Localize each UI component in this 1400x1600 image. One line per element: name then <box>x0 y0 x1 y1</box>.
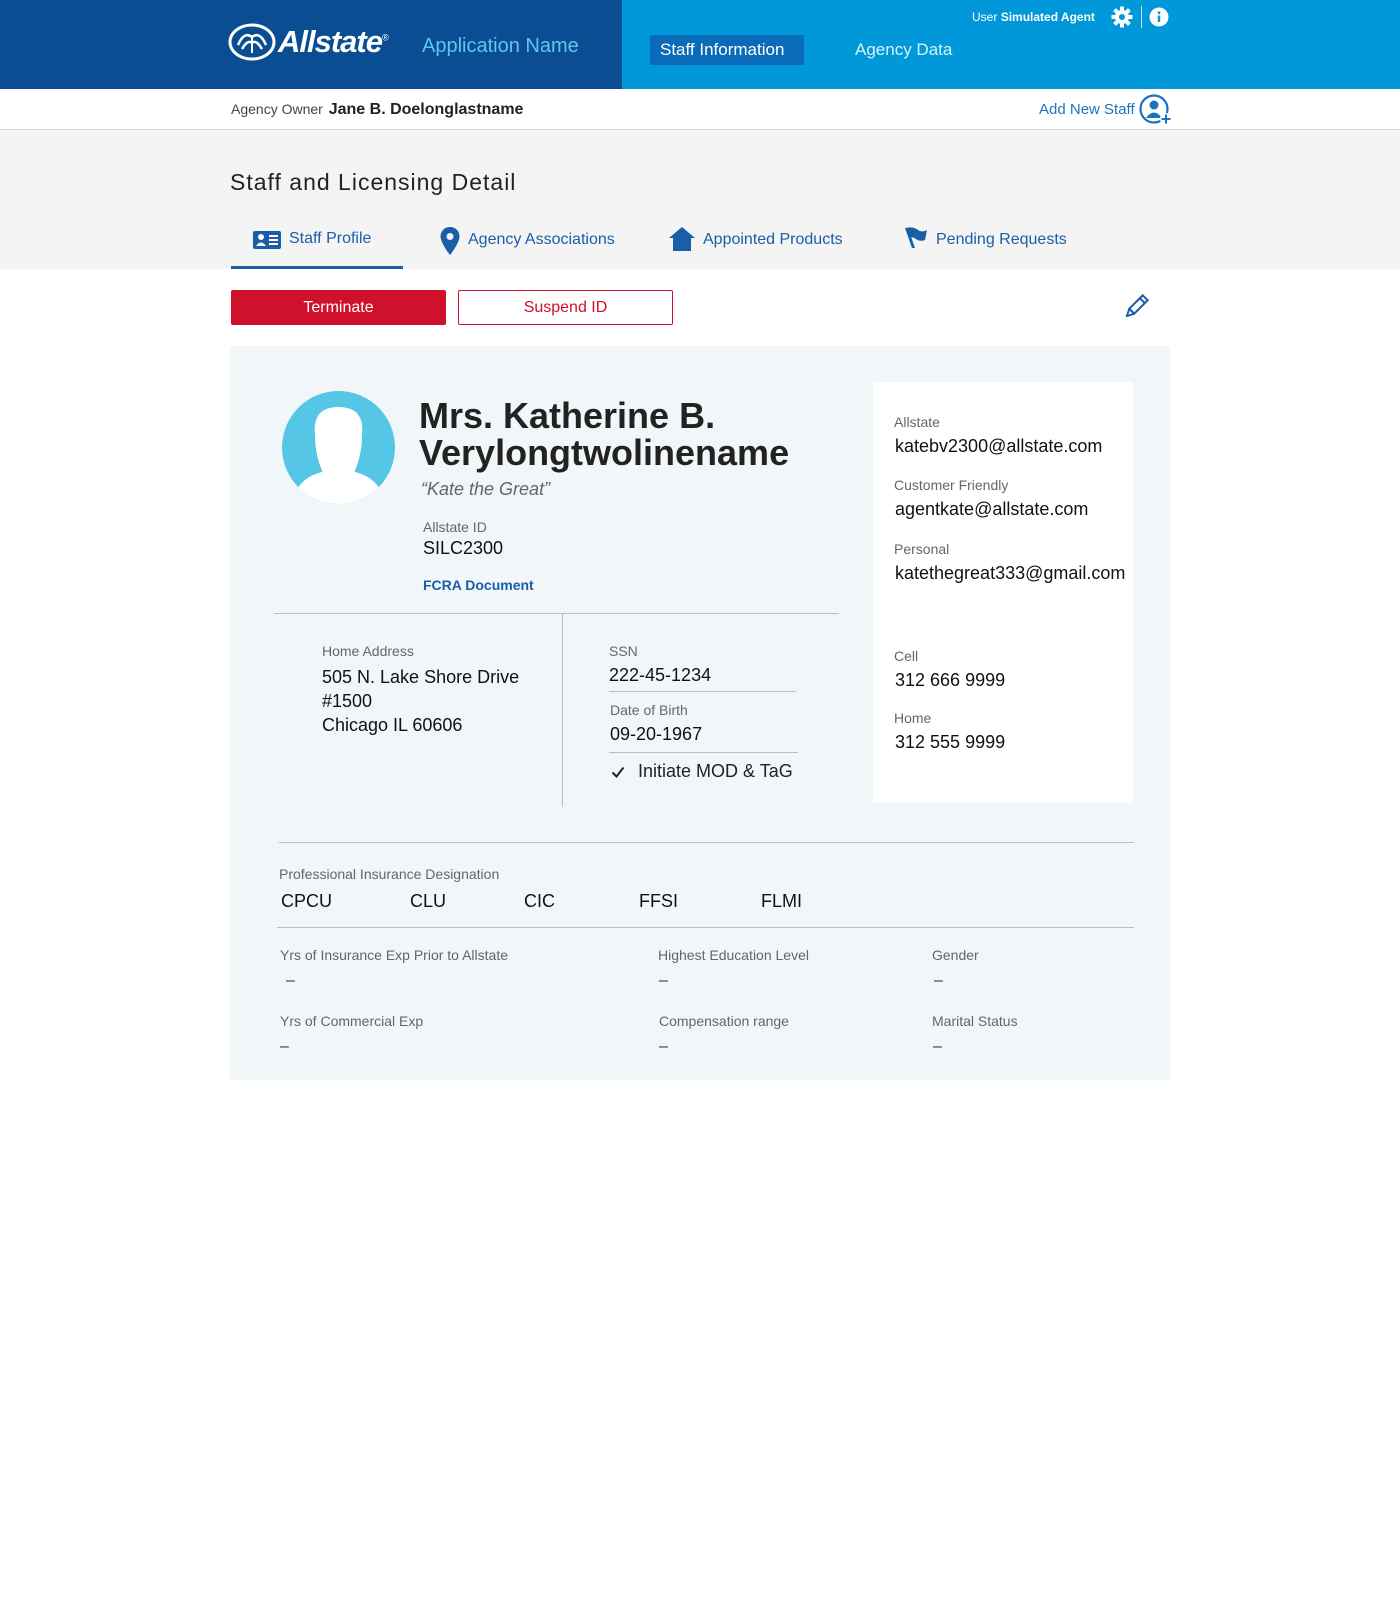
add-new-staff-link[interactable]: Add New Staff <box>1039 101 1135 118</box>
designation-label: Professional Insurance Designation <box>279 866 500 882</box>
designation-item: FFSI <box>639 891 678 911</box>
gender-label: Gender <box>932 947 979 963</box>
tab-pending-requests-label: Pending Requests <box>936 231 1067 248</box>
initiate-mod-tag-option[interactable]: Initiate MOD & TaG <box>638 761 793 782</box>
ssn-value: 222-45-1234 <box>609 665 712 685</box>
designation-bottom-divider <box>277 927 1134 928</box>
suspend-id-button[interactable]: Suspend ID <box>458 290 673 325</box>
tab-staff-profile[interactable]: Staff Profile <box>231 225 403 269</box>
marital-status-value: – <box>933 1038 942 1055</box>
agency-owner-name: Jane B. Doelonglastname <box>328 101 524 118</box>
header-divider <box>1141 6 1142 28</box>
tab-pending-requests[interactable]: Pending Requests <box>904 225 1067 269</box>
compensation-range-label: Compensation range <box>659 1013 789 1029</box>
brand-wordmark: Allstate® <box>278 24 389 59</box>
staff-full-name: Mrs. Katherine B. Verylongtwolinename <box>419 397 839 471</box>
agency-owner-label: Agency Owner <box>231 101 323 117</box>
allstate-logo[interactable]: Allstate® <box>228 23 389 61</box>
cell-phone-value: 312 666 9999 <box>895 670 1006 690</box>
agency-owner-bar: Agency Owner Jane B. Doelonglastname Add… <box>0 89 1400 130</box>
allstate-id-label: Allstate ID <box>423 519 487 535</box>
page-title: Staff and Licensing Detail <box>230 169 517 195</box>
map-pin-icon <box>440 227 460 255</box>
address-line1: 505 N. Lake Shore Drive <box>322 667 520 687</box>
personal-email-label: Personal <box>894 541 950 557</box>
application-name: Application Name <box>422 35 579 57</box>
home-address-label: Home Address <box>322 643 414 659</box>
allstate-email-value: katebv2300@allstate.com <box>895 436 1103 456</box>
address-line2: #1500 <box>322 691 373 711</box>
flag-icon <box>905 227 927 248</box>
home-phone-label: Home <box>894 710 932 726</box>
staff-name-line1: Mrs. Katherine B. <box>419 395 716 436</box>
designation-item: CPCU <box>281 891 333 911</box>
home-address-value: 505 N. Lake Shore Drive #1500 Chicago IL… <box>322 665 519 737</box>
ssn-label: SSN <box>609 643 638 659</box>
tab-agency-associations-label: Agency Associations <box>468 231 615 248</box>
compensation-range-value: – <box>659 1038 668 1055</box>
ssn-divider <box>609 691 796 692</box>
check-icon[interactable] <box>611 765 625 779</box>
address-line3: Chicago IL 60606 <box>322 715 463 735</box>
designation-item: FLMI <box>761 891 803 911</box>
commercial-exp-value: – <box>280 1038 289 1055</box>
nav-tab-staff-information[interactable]: Staff Information <box>650 35 804 65</box>
fcra-document-link[interactable]: FCRA Document <box>423 577 534 593</box>
education-level-label: Highest Education Level <box>658 947 809 963</box>
add-user-icon[interactable] <box>1139 94 1173 126</box>
nav-tab-agency-data[interactable]: Agency Data <box>845 35 962 65</box>
id-card-icon <box>253 231 281 249</box>
info-icon[interactable] <box>1149 7 1169 27</box>
gender-value: – <box>934 972 943 989</box>
tab-agency-associations[interactable]: Agency Associations <box>440 225 615 269</box>
good-hands-icon <box>228 23 276 61</box>
pencil-icon[interactable] <box>1122 293 1150 321</box>
tab-appointed-products[interactable]: Appointed Products <box>669 225 843 269</box>
user-name: Simulated Agent <box>1000 10 1095 24</box>
allstate-email-label: Allstate <box>894 414 940 430</box>
insurance-exp-label: Yrs of Insurance Exp Prior to Allstate <box>280 947 508 963</box>
marital-status-label: Marital Status <box>932 1013 1018 1029</box>
dob-value: 09-20-1967 <box>610 724 703 744</box>
tab-staff-profile-label: Staff Profile <box>289 230 372 247</box>
gear-icon[interactable] <box>1111 6 1133 28</box>
dob-divider <box>609 752 798 753</box>
designation-top-divider <box>279 842 1134 843</box>
column-divider <box>562 614 563 807</box>
personal-email-value: katethegreat333@gmail.com <box>895 563 1126 583</box>
allstate-id-value: SILC2300 <box>423 538 504 558</box>
designation-item: CLU <box>410 891 447 911</box>
user-prefix: User <box>972 10 998 24</box>
tab-appointed-products-label: Appointed Products <box>703 231 843 248</box>
insurance-exp-value: – <box>286 972 295 989</box>
user-info: User Simulated Agent <box>972 10 1095 24</box>
education-level-value: – <box>659 972 668 989</box>
customer-friendly-email-value: agentkate@allstate.com <box>895 499 1089 519</box>
designation-item: CIC <box>524 891 555 911</box>
dob-label: Date of Birth <box>610 702 688 718</box>
home-phone-value: 312 555 9999 <box>895 732 1006 752</box>
house-icon <box>669 227 695 251</box>
agency-owner: Agency Owner Jane B. Doelonglastname <box>231 101 523 119</box>
staff-name-line2: Verylongtwolinename <box>419 432 790 473</box>
customer-friendly-email-label: Customer Friendly <box>894 477 1009 493</box>
commercial-exp-label: Yrs of Commercial Exp <box>280 1013 424 1029</box>
cell-phone-label: Cell <box>894 648 919 664</box>
avatar <box>282 391 395 504</box>
staff-nickname: “Kate the Great” <box>421 479 551 499</box>
terminate-button[interactable]: Terminate <box>231 290 446 325</box>
section-divider <box>274 613 839 614</box>
